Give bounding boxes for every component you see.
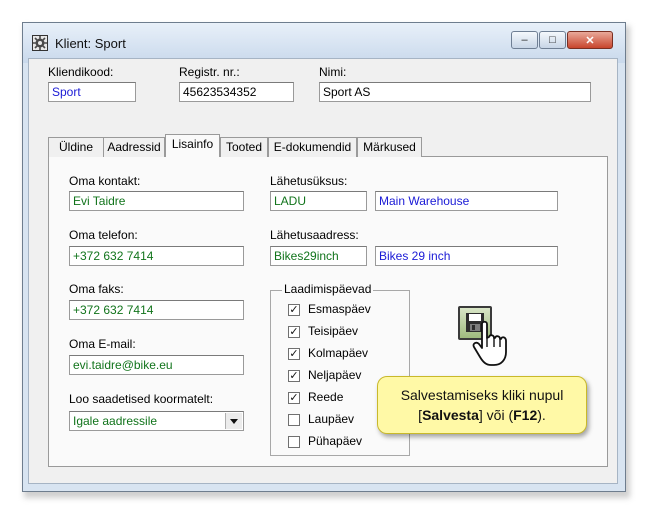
own-email-field[interactable]: evi.taidre@bike.eu <box>69 355 244 375</box>
tooltip-line-2: [Salvesta] või (F12). <box>378 405 586 425</box>
tooltip-end: ). <box>537 407 546 423</box>
own-contact-label: Oma kontakt: <box>69 174 141 188</box>
minimize-icon: – <box>521 34 528 46</box>
checkbox-label-puhapaev: Pühapäev <box>308 434 363 448</box>
shipping-address-code-field[interactable]: Bikes29inch <box>270 246 367 266</box>
reg-no-label: Registr. nr.: <box>179 65 240 79</box>
minimize-button[interactable]: – <box>511 31 538 49</box>
close-button[interactable]: ✕ <box>567 31 613 49</box>
create-shipments-select[interactable]: Igale aadressile <box>69 411 244 431</box>
shipping-address-label: Lähetusaadress: <box>270 228 359 242</box>
hand-pointer-icon <box>472 320 507 366</box>
maximize-button[interactable]: □ <box>539 31 566 49</box>
checkbox-label-neljapaev: Neljapäev <box>308 368 362 382</box>
tooltip-middle: ] või ( <box>478 407 514 423</box>
own-email-label: Oma E-mail: <box>69 337 136 351</box>
tab-tooted[interactable]: Tooted <box>220 137 268 157</box>
own-fax-field[interactable]: +372 632 7414 <box>69 300 244 320</box>
window-title: Klient: Sport <box>55 36 126 51</box>
tab-lisainfo[interactable]: Lisainfo <box>165 134 220 157</box>
checkbox-teisipaev[interactable]: ✓ <box>288 326 300 338</box>
shipping-unit-name-field[interactable]: Main Warehouse <box>375 191 558 211</box>
own-contact-field[interactable]: Evi Taidre <box>69 191 244 211</box>
shipping-unit-label: Lähetusüksus: <box>270 174 348 188</box>
own-fax-label: Oma faks: <box>69 282 124 296</box>
client-code-label: Kliendikood: <box>48 65 114 79</box>
own-phone-label: Oma telefon: <box>69 228 138 242</box>
checkbox-puhapaev[interactable] <box>288 436 300 448</box>
tooltip-line-1: Salvestamiseks kliki nupul <box>400 387 564 403</box>
loading-days-title: Laadimispäevad <box>282 282 374 296</box>
close-icon: ✕ <box>585 34 595 47</box>
name-field[interactable]: Sport AS <box>319 82 591 102</box>
checkbox-label-teisipaev: Teisipäev <box>308 324 359 338</box>
checkbox-label-laupaev: Laupäev <box>308 412 355 426</box>
tab-e-dokumendid[interactable]: E-dokumendid <box>268 137 357 157</box>
tooltip-save-word: Salvesta <box>422 407 479 423</box>
checkbox-laupaev[interactable] <box>288 414 300 426</box>
maximize-icon: □ <box>549 34 556 46</box>
checkbox-kolmapaev[interactable]: ✓ <box>288 348 300 360</box>
checkbox-label-reede: Reede <box>308 390 344 404</box>
checkbox-label-esmaspaev: Esmaspäev <box>308 302 371 316</box>
reg-no-field[interactable]: 45623534352 <box>179 82 294 102</box>
checkbox-neljapaev[interactable]: ✓ <box>288 370 300 382</box>
own-phone-field[interactable]: +372 632 7414 <box>69 246 244 266</box>
checkbox-label-kolmapaev: Kolmapäev <box>308 346 369 360</box>
tab-aadressid[interactable]: Aadressid <box>103 137 165 157</box>
create-shipments-label: Loo saadetised koormatelt: <box>69 392 214 406</box>
shipping-address-name-field[interactable]: Bikes 29 inch <box>375 246 558 266</box>
title-bar[interactable]: Klient: Sport – □ ✕ <box>23 23 625 63</box>
tab-markused[interactable]: Märkused <box>357 137 422 157</box>
shipping-unit-code-field[interactable]: LADU <box>270 191 367 211</box>
name-label: Nimi: <box>319 65 347 79</box>
checkbox-reede[interactable]: ✓ <box>288 392 300 404</box>
tab-uldine[interactable]: Üldine <box>48 137 104 157</box>
save-tooltip: Salvestamiseks kliki nupul [Salvesta] võ… <box>377 376 587 434</box>
client-code-field[interactable]: Sport <box>48 82 136 102</box>
chevron-down-icon[interactable] <box>225 413 242 429</box>
gear-icon <box>32 35 48 51</box>
checkbox-esmaspaev[interactable]: ✓ <box>288 304 300 316</box>
create-shipments-value: Igale aadressile <box>73 414 158 428</box>
tooltip-key: F12 <box>513 407 538 423</box>
